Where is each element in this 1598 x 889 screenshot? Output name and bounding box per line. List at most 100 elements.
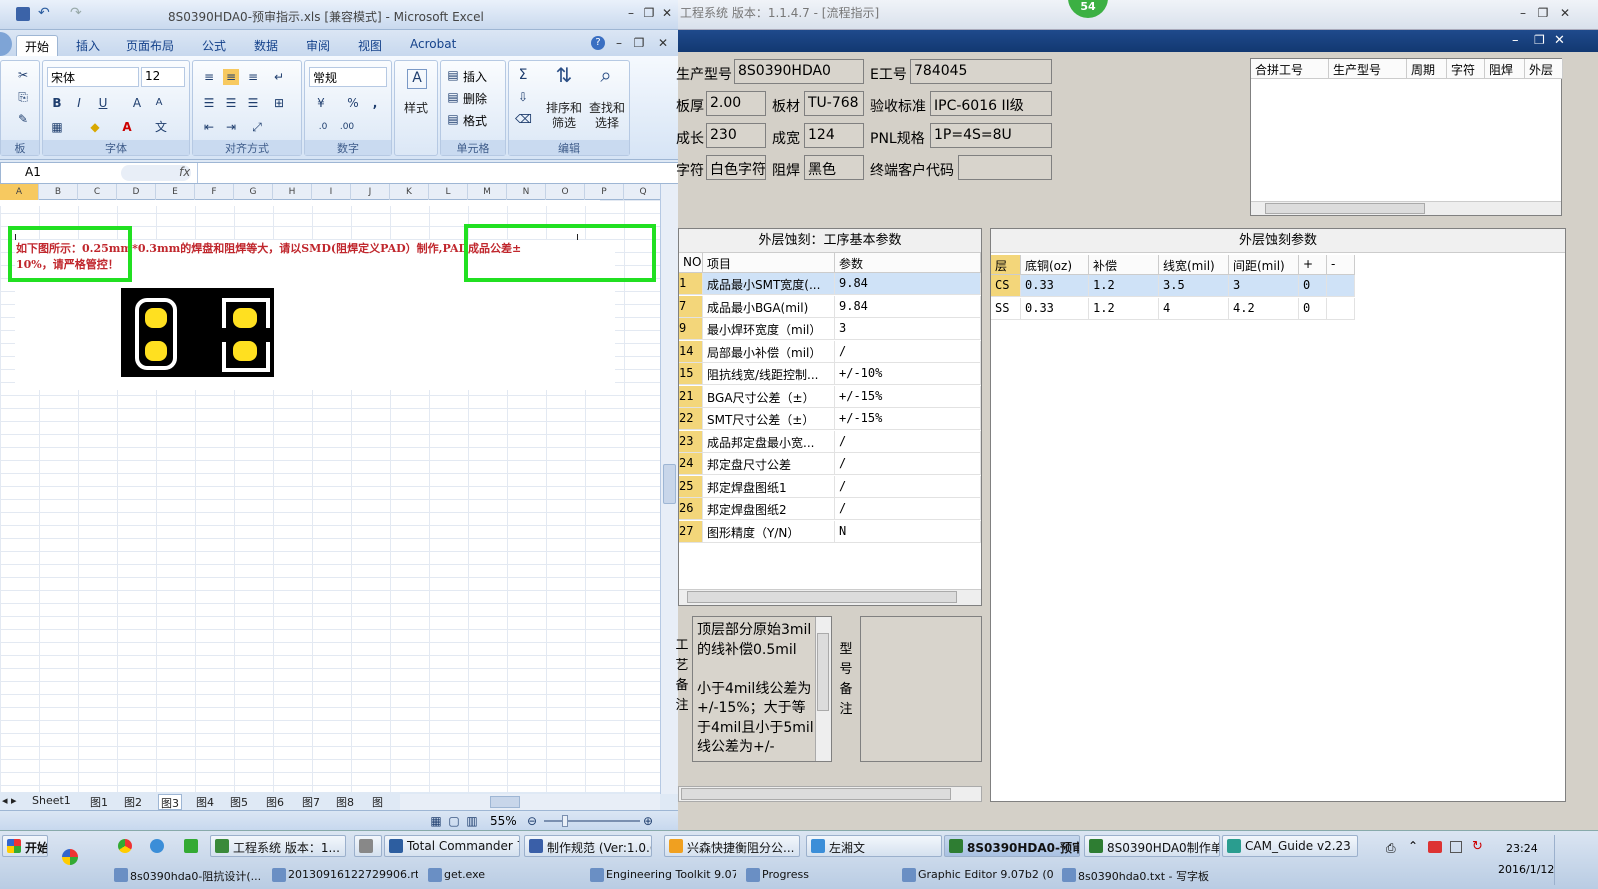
- column-header[interactable]: B: [39, 184, 78, 200]
- etch-params-row[interactable]: SS 0.33 1.2 4 4.2 0: [991, 298, 1355, 320]
- font-size-select[interactable]: 12: [141, 67, 185, 87]
- orientation-icon[interactable]: ⤢: [249, 119, 265, 135]
- merge-grid-hscroll[interactable]: [1251, 201, 1561, 215]
- merge-grid[interactable]: 合拼工号 生产型号 周期 字符 阻焊 外层: [1250, 58, 1563, 216]
- mdi-restore-icon[interactable]: ❐: [1534, 33, 1545, 47]
- minimize-icon[interactable]: –: [624, 6, 638, 20]
- model-note-box[interactable]: [860, 616, 982, 762]
- basic-params-row[interactable]: 7 成品最小BGA(mil) 9.84: [679, 295, 981, 318]
- tab-insert[interactable]: 插入: [68, 35, 108, 56]
- column-header[interactable]: G: [234, 184, 273, 200]
- lower-hscroll-thumb[interactable]: [681, 788, 951, 800]
- fill-color-icon[interactable]: ◆: [87, 119, 103, 135]
- taskbar-button[interactable]: 制作规范 (Ver:1.0.6): [524, 835, 652, 857]
- sheet-tab[interactable]: 图2: [122, 794, 144, 810]
- delete-cells-button[interactable]: 删除: [463, 90, 487, 107]
- field-width[interactable]: 124: [804, 123, 864, 148]
- field-pnl-spec[interactable]: 1P=4S=8U: [930, 123, 1052, 148]
- horizontal-scroll-thumb[interactable]: [490, 796, 520, 808]
- increase-indent-icon[interactable]: ⇥: [223, 119, 239, 135]
- insert-function-button[interactable]: fx: [179, 165, 190, 179]
- field-material[interactable]: TU-768: [804, 91, 864, 116]
- etch-params-grid[interactable]: 层底铜(oz) 补偿 线宽(mil) 间距(mil) + - CS 0.33 1.2 3.5 3 0 S…: [991, 253, 1565, 373]
- align-top-icon[interactable]: ≡: [201, 69, 217, 85]
- tray-update-icon[interactable]: ↻: [1472, 839, 1483, 854]
- sheet-tab[interactable]: 图5: [228, 794, 250, 810]
- taskbar-button[interactable]: 8S0390HDA0制作单...: [1084, 835, 1220, 857]
- format-painter-icon[interactable]: ✎: [15, 111, 31, 127]
- field-engineer-id[interactable]: 784045: [910, 59, 1052, 84]
- tab-view[interactable]: 视图: [350, 35, 390, 56]
- taskbar-button[interactable]: 8S0390HDA0-预审...: [944, 835, 1080, 857]
- column-header[interactable]: K: [390, 184, 429, 200]
- etch-params-column-header[interactable]: 间距(mil): [1229, 255, 1299, 275]
- zoom-in-icon[interactable]: ⊕: [640, 813, 656, 829]
- taskbar-button[interactable]: 工程系统 版本：1...: [210, 835, 346, 857]
- cut-icon[interactable]: ✂: [15, 67, 31, 83]
- merge-grid-column-header[interactable]: 生产型号: [1329, 59, 1407, 79]
- basic-params-hscroll[interactable]: [679, 589, 981, 605]
- column-header[interactable]: L: [429, 184, 468, 200]
- mdi-close-icon[interactable]: ✕: [1554, 33, 1565, 48]
- page-break-view-icon[interactable]: ▥: [464, 813, 480, 829]
- align-middle-icon[interactable]: ≡: [223, 69, 239, 85]
- page-layout-view-icon[interactable]: ▢: [446, 813, 462, 829]
- increase-decimal-icon[interactable]: .0: [315, 119, 331, 135]
- formula-input[interactable]: [197, 163, 667, 183]
- mdi-minimize-icon[interactable]: –: [1512, 33, 1519, 48]
- etch-params-column-header[interactable]: 线宽(mil): [1159, 255, 1229, 275]
- align-bottom-icon[interactable]: ≡: [245, 69, 261, 85]
- column-header[interactable]: N: [507, 184, 546, 200]
- comma-button[interactable]: ,: [367, 95, 383, 111]
- field-end-customer[interactable]: [958, 155, 1052, 180]
- merge-grid-column-header[interactable]: 外层: [1525, 59, 1563, 79]
- help-icon[interactable]: ?: [591, 36, 605, 50]
- sheet-tab[interactable]: Sheet1: [30, 794, 73, 810]
- basic-params-row[interactable]: 23 成品邦定盘最小宽... /: [679, 430, 981, 453]
- taskbar-button[interactable]: [354, 835, 382, 857]
- italic-button[interactable]: I: [71, 95, 87, 111]
- column-header[interactable]: A: [0, 184, 39, 200]
- underline-button[interactable]: U: [95, 95, 111, 111]
- tab-page-layout[interactable]: 页面布局: [118, 35, 182, 56]
- field-thickness[interactable]: 2.00: [706, 91, 766, 116]
- align-center-icon[interactable]: ☰: [223, 95, 239, 111]
- taskbar-button[interactable]: Engineering Toolkit 9.07: [586, 865, 736, 885]
- field-product-model[interactable]: 8S0390HDA0: [734, 59, 864, 84]
- process-note-scrollbar[interactable]: [815, 617, 831, 761]
- taskbar-button[interactable]: 20130916122729906.rtf: [268, 865, 418, 885]
- border-icon[interactable]: ▦: [49, 119, 65, 135]
- process-note-scroll-thumb[interactable]: [817, 633, 829, 711]
- show-desktop-button[interactable]: [1554, 835, 1568, 885]
- worksheet-grid[interactable]: 如下图所示：0.25mm*0.3mm的焊盘和阻焊等大，请以SMD(阻焊定义PAD…: [0, 200, 660, 792]
- basic-params-row[interactable]: 15 阻抗线宽/线距控制... +/-10%: [679, 363, 981, 385]
- etch-params-column-header[interactable]: 底铜(oz): [1021, 255, 1089, 275]
- field-solder-mask[interactable]: 黑色: [804, 155, 864, 180]
- tray-expand-icon[interactable]: ⌃: [1408, 839, 1418, 853]
- sheet-nav-arrows[interactable]: ◂ ▸: [0, 794, 26, 810]
- ribbon-restore-icon[interactable]: ❐: [632, 36, 646, 50]
- etch-params-column-header[interactable]: -: [1327, 255, 1355, 275]
- restore-icon[interactable]: ❐: [642, 6, 656, 20]
- sheet-tab[interactable]: 图7: [300, 794, 322, 810]
- basic-params-row[interactable]: 9 最小焊环宽度（mil） 3: [679, 318, 981, 340]
- fill-icon[interactable]: ⇩: [515, 89, 531, 105]
- basic-params-row[interactable]: 14 局部最小补偿（mil） /: [679, 340, 981, 363]
- taskbar-button[interactable]: Total Commander 7....: [384, 835, 520, 857]
- zoom-level[interactable]: 55%: [490, 814, 517, 828]
- app-restore-icon[interactable]: ❐: [1536, 6, 1550, 20]
- column-header[interactable]: H: [273, 184, 312, 200]
- etch-params-column-header[interactable]: 层: [991, 255, 1021, 275]
- basic-params-row[interactable]: 24 邦定盘尺寸公差 /: [679, 453, 981, 475]
- copy-icon[interactable]: ⎘: [15, 89, 31, 105]
- redo-icon[interactable]: ↷: [70, 6, 84, 21]
- basic-params-row[interactable]: 22 SMT尺寸公差（±） +/-15%: [679, 408, 981, 430]
- autosum-button[interactable]: Σ: [515, 67, 531, 83]
- decrease-indent-icon[interactable]: ⇤: [201, 119, 217, 135]
- column-header[interactable]: F: [195, 184, 234, 200]
- sheet-tab[interactable]: 图: [370, 794, 385, 810]
- tray-network-icon[interactable]: [1450, 841, 1462, 853]
- column-header[interactable]: Q: [624, 184, 663, 200]
- tab-data[interactable]: 数据: [246, 35, 286, 56]
- format-cells-button[interactable]: 格式: [463, 112, 487, 129]
